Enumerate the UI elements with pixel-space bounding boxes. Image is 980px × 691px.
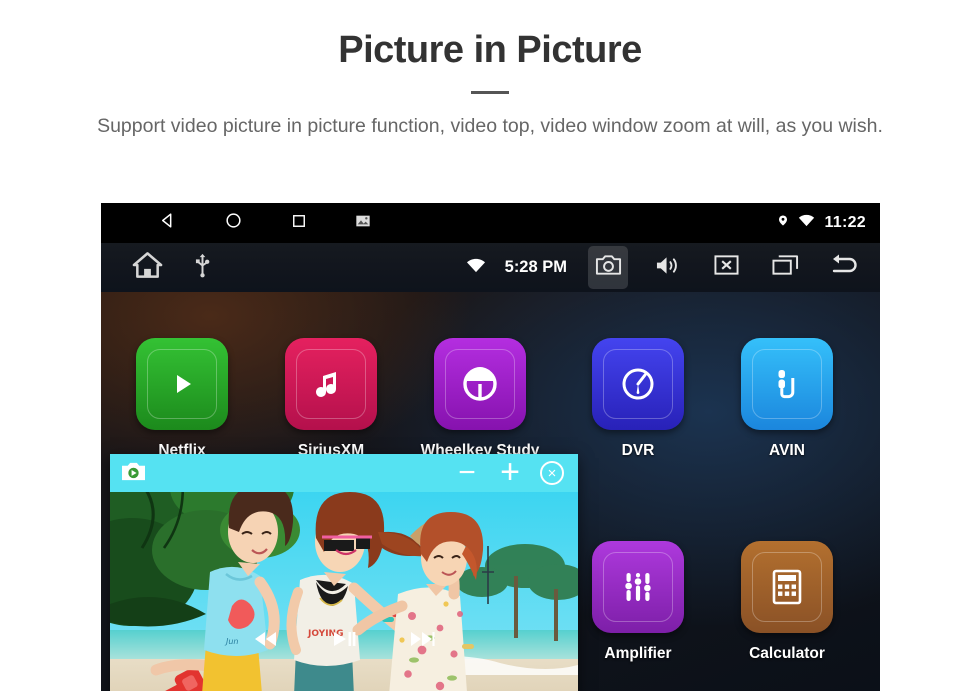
app-label: Amplifier bbox=[604, 645, 672, 662]
camera-button[interactable] bbox=[588, 246, 628, 289]
back-icon[interactable] bbox=[158, 211, 177, 235]
app-calculator[interactable]: Calculator bbox=[727, 541, 847, 663]
app-tile bbox=[285, 338, 377, 430]
location-pin-icon bbox=[777, 213, 789, 233]
screenshot-icon[interactable] bbox=[355, 213, 371, 234]
pip-control-bar: − + × bbox=[110, 454, 578, 492]
app-tile bbox=[741, 541, 833, 633]
app-tile bbox=[592, 541, 684, 633]
calculator-icon bbox=[741, 541, 833, 633]
recents-button[interactable] bbox=[765, 246, 805, 289]
page-header: Picture in Picture Support video picture… bbox=[0, 0, 980, 140]
app-tile bbox=[741, 338, 833, 430]
pip-minimize-button[interactable]: − bbox=[454, 458, 480, 488]
app-netflix[interactable]: Netflix bbox=[122, 338, 242, 460]
usb-icon[interactable] bbox=[195, 253, 210, 283]
back-arrow-icon bbox=[828, 253, 860, 282]
back-button[interactable] bbox=[824, 246, 864, 289]
device-screen: 11:22 5:28 PM Netflix SiriusXM Wheelkey … bbox=[101, 203, 880, 691]
pip-maximize-button[interactable]: + bbox=[497, 455, 523, 489]
desktop-wallpaper: Netflix SiriusXM Wheelkey Study DVR AVIN… bbox=[101, 292, 880, 691]
app-label: DVR bbox=[621, 442, 655, 459]
camera-icon bbox=[595, 253, 622, 282]
app-amplifier[interactable]: Amplifier bbox=[578, 541, 698, 663]
pip-playback-controls bbox=[110, 629, 578, 654]
headunit-toolbar: 5:28 PM bbox=[101, 243, 880, 292]
camera-play-icon[interactable] bbox=[120, 460, 147, 488]
play-icon bbox=[136, 338, 228, 430]
app-tile bbox=[136, 338, 228, 430]
pip-close-button[interactable]: × bbox=[540, 461, 564, 485]
speaker-icon bbox=[654, 254, 681, 282]
app-avin[interactable]: AVIN bbox=[727, 338, 847, 460]
previous-track-icon[interactable] bbox=[253, 629, 279, 654]
windows-icon bbox=[771, 254, 799, 281]
app-dvr[interactable]: DVR bbox=[578, 338, 698, 460]
page-title: Picture in Picture bbox=[338, 29, 642, 71]
play-pause-icon[interactable] bbox=[331, 629, 357, 654]
note-icon bbox=[285, 338, 377, 430]
close-box-icon bbox=[713, 254, 739, 281]
next-track-icon[interactable] bbox=[409, 629, 435, 654]
page-subtitle: Support video picture in picture functio… bbox=[97, 114, 883, 137]
recents-square-icon[interactable] bbox=[290, 212, 308, 235]
avin-plug-icon bbox=[741, 338, 833, 430]
status-bar-indicators: 11:22 bbox=[777, 203, 866, 243]
toolbar-left-group bbox=[132, 251, 210, 284]
status-bar-time: 11:22 bbox=[824, 214, 866, 231]
android-status-bar: 11:22 bbox=[101, 203, 880, 243]
close-app-button[interactable] bbox=[706, 246, 746, 289]
app-tile bbox=[592, 338, 684, 430]
gauge-icon bbox=[592, 338, 684, 430]
home-circle-icon[interactable] bbox=[224, 211, 243, 235]
volume-button[interactable] bbox=[647, 246, 687, 289]
app-siriusxm[interactable]: SiriusXM bbox=[271, 338, 391, 460]
app-wheelkey-study[interactable]: Wheelkey Study bbox=[420, 338, 540, 460]
wifi-icon bbox=[466, 258, 486, 278]
wifi-icon bbox=[798, 214, 815, 232]
app-label: Calculator bbox=[749, 645, 825, 662]
app-tile bbox=[434, 338, 526, 430]
title-divider bbox=[471, 90, 509, 94]
sliders-icon bbox=[592, 541, 684, 633]
status-bar-nav-group bbox=[158, 211, 371, 235]
toolbar-clock: 5:28 PM bbox=[504, 258, 567, 276]
pip-window[interactable]: Jun JOYING − + × bbox=[110, 454, 578, 691]
app-label: AVIN bbox=[769, 442, 805, 459]
toolbar-right-group: 5:28 PM bbox=[466, 243, 864, 292]
steering-icon bbox=[434, 338, 526, 430]
home-icon[interactable] bbox=[132, 251, 163, 284]
